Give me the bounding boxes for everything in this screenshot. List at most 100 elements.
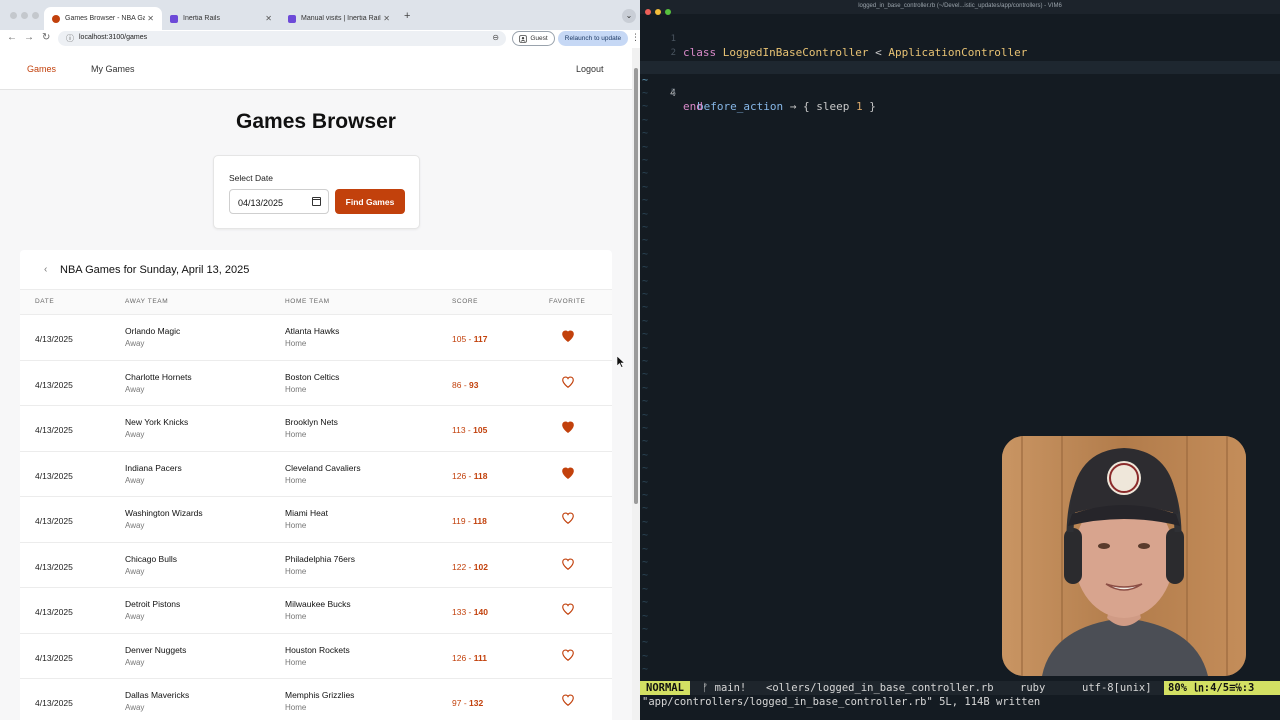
calendar-icon[interactable] (312, 197, 321, 206)
score-separator: - (466, 470, 474, 481)
heart-filled-icon[interactable] (561, 466, 575, 480)
terminal-titlebar: logged_in_base_controller.rb (~/Devel...… (640, 0, 1280, 15)
away-team-name: Detroit Pistons (125, 599, 181, 609)
code-line-5[interactable]: 5 end (640, 74, 1280, 113)
window-close-dot[interactable] (10, 12, 17, 19)
find-games-button[interactable]: Find Games (335, 189, 405, 214)
window-minimize-dot[interactable] (21, 12, 28, 19)
home-score: 140 (473, 607, 488, 617)
home-team-name: Miami Heat (285, 508, 328, 518)
game-score: 86 - 93 (452, 380, 479, 390)
empty-line-marker: ~ (642, 141, 649, 153)
code-line-1[interactable]: 1 class LoggedInBaseController < Applica… (640, 20, 1280, 59)
game-score: 133 - 140 (452, 607, 488, 617)
empty-line-marker: ~ (642, 302, 649, 314)
table-row[interactable]: 4/13/2025 New York Knicks Away Brooklyn Net… (20, 406, 612, 452)
home-score: 132 (469, 698, 484, 708)
code-line-2[interactable]: 2 include GameDetailable (640, 34, 1280, 73)
new-tab-icon[interactable]: + (404, 10, 410, 22)
heart-outline-icon[interactable] (561, 648, 575, 662)
page-scrollbar[interactable] (632, 48, 640, 720)
empty-line-marker: ~ (642, 342, 649, 354)
tab-search-icon[interactable]: ⌄ (622, 9, 636, 23)
chevron-left-icon[interactable]: ‹ (44, 264, 47, 275)
score-separator: - (465, 516, 474, 526)
tab-label: Manual visits | Inertia Rails (301, 15, 381, 22)
terminal-title: logged_in_base_controller.rb (~/Devel...… (858, 3, 1062, 9)
address-bar[interactable]: ⓘ localhost:3100/games ⊖ (58, 31, 506, 46)
table-row[interactable]: 4/13/2025 Washington Wizards Away Miami Hea… (20, 497, 612, 543)
back-icon[interactable]: ← (7, 32, 17, 43)
game-date: 4/13/2025 (35, 652, 73, 663)
table-row[interactable]: 4/13/2025 Denver Nuggets Away Houston Rocke… (20, 634, 612, 679)
tab-close-icon[interactable]: ✕ (265, 14, 272, 23)
terminal-minimize-dot[interactable] (655, 9, 661, 15)
away-score: 126 (452, 652, 467, 663)
tab-inertia-rails[interactable]: Inertia Rails ✕ (162, 7, 280, 30)
inertia-favicon-icon (170, 14, 178, 23)
away-score: 133 (452, 607, 467, 617)
home-label: Home (285, 384, 307, 394)
empty-line-marker: ~ (642, 610, 649, 622)
heart-outline-icon[interactable] (561, 511, 575, 525)
table-row[interactable]: 4/13/2025 Orlando Magic Away Atlanta Hawks H… (20, 315, 612, 361)
empty-line-marker: ~ (642, 463, 649, 475)
browser-menu-icon[interactable]: ⋮ (631, 32, 640, 43)
heart-filled-icon[interactable] (561, 329, 575, 343)
table-row[interactable]: 4/13/2025 Detroit Pistons Away Milwaukee Bu… (20, 588, 612, 634)
score-separator: - (466, 334, 474, 344)
nav-logout-link[interactable]: Logout (576, 64, 604, 74)
code-text: } (862, 100, 876, 113)
heart-outline-icon[interactable] (561, 693, 575, 707)
table-row[interactable]: 4/13/2025 Charlotte Hornets Away Boston Cel… (20, 361, 612, 406)
date-value[interactable]: 04/13/2025 (238, 198, 283, 208)
tab-manual-visits[interactable]: Manual visits | Inertia Rails ✕ (280, 7, 398, 30)
game-score: 113 - 105 (452, 425, 487, 435)
zoom-icon[interactable]: ⊖ (492, 33, 499, 42)
table-row[interactable]: 4/13/2025 Indiana Pacers Away Cleveland Cav… (20, 452, 612, 497)
table-header: Date Away Team Home Team Score Favorite (20, 290, 612, 315)
tab-games-browser[interactable]: Games Browser - NBA Games ✕ (44, 7, 162, 30)
empty-line-marker: ~ (642, 329, 649, 341)
date-input[interactable]: 04/13/2025 (229, 189, 329, 214)
heart-outline-icon[interactable] (561, 602, 575, 616)
code-line-4[interactable]: ~ 4 before_action → { sleep 1 } (640, 61, 1280, 113)
nav-games-link[interactable]: Games (27, 64, 56, 74)
table-row[interactable]: 4/13/2025 Dallas Mavericks Away Memphis Gri… (20, 679, 612, 720)
method-call: before_action (697, 100, 784, 113)
away-label: Away (125, 430, 145, 439)
tab-close-icon[interactable]: ✕ (147, 14, 154, 23)
nav-my-games-link[interactable]: My Games (91, 64, 135, 74)
reload-icon[interactable]: ↻ (42, 32, 50, 43)
away-team-name: Washington Wizards (125, 508, 203, 518)
heart-outline-icon[interactable] (561, 557, 575, 571)
column-header-date: Date (35, 298, 55, 305)
empty-line-marker: ~ (642, 195, 649, 207)
heart-filled-icon[interactable] (561, 420, 575, 434)
site-info-icon[interactable]: ⓘ (66, 33, 74, 44)
terminal-close-dot[interactable] (645, 9, 651, 15)
away-score: 119 (452, 516, 466, 526)
tab-close-icon[interactable]: ✕ (383, 14, 390, 23)
away-team-name: New York Knicks (125, 417, 189, 427)
empty-line-marker: ~ (642, 155, 649, 166)
empty-line-marker: ~ (642, 114, 649, 126)
home-team-name: Milwaukee Bucks (285, 599, 351, 609)
away-team-name: Chicago Bulls (125, 553, 177, 564)
home-score: 93 (469, 379, 479, 390)
window-zoom-dot[interactable] (32, 12, 39, 19)
forward-icon[interactable]: → (24, 32, 34, 43)
score-separator: - (461, 698, 470, 708)
heart-outline-icon[interactable] (561, 375, 575, 389)
relaunch-button[interactable]: Relaunch to update (558, 31, 628, 46)
empty-line-marker: ~ (642, 356, 649, 367)
terminal-zoom-dot[interactable] (665, 9, 671, 15)
home-team-name: Boston Celtics (285, 371, 340, 382)
game-date: 4/13/2025 (35, 698, 73, 708)
file-encoding: utf-8[unix] (1082, 682, 1152, 694)
url-text[interactable]: localhost:3100/games (79, 34, 147, 41)
table-row[interactable]: 4/13/2025 Chicago Bulls Away Philadelphia 7… (20, 543, 612, 588)
code-line-3[interactable]: 3 (640, 47, 1280, 71)
guest-profile-button[interactable]: Guest (512, 31, 555, 46)
scrollbar-thumb[interactable] (634, 68, 638, 504)
